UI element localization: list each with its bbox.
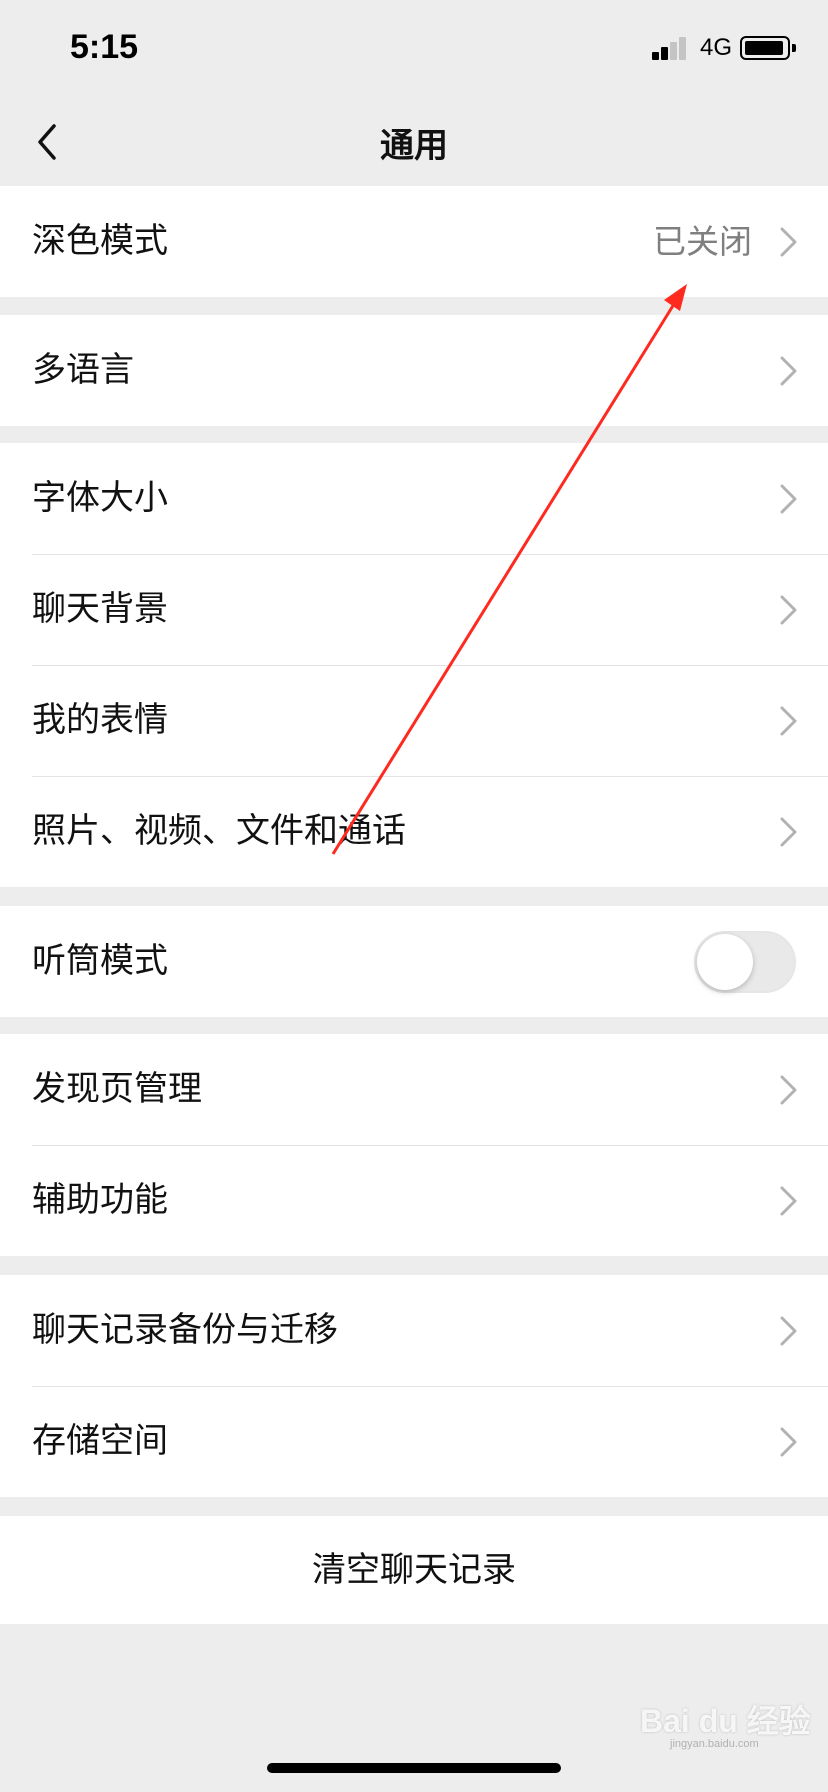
settings-group-display: 字体大小 聊天背景 我的表情 照片、视频、文件和通话 [0, 443, 828, 887]
row-label: 深色模式 [32, 221, 168, 261]
settings-group-storage: 聊天记录备份与迁移 存储空间 [0, 1275, 828, 1497]
home-indicator [267, 1763, 561, 1773]
chevron-right-icon [780, 227, 797, 257]
row-label: 聊天记录备份与迁移 [32, 1310, 338, 1350]
chevron-right-icon [780, 356, 797, 386]
settings-row-dark-mode[interactable]: 深色模式 已关闭 [0, 186, 828, 297]
row-label: 我的表情 [32, 700, 168, 740]
row-label: 聊天背景 [32, 589, 168, 629]
chevron-right-icon [780, 1186, 797, 1216]
earpiece-mode-toggle[interactable] [694, 931, 796, 993]
settings-row-earpiece-mode: 听筒模式 [0, 906, 828, 1017]
watermark-logo-text: Bai du 经验 [640, 1703, 811, 1739]
clear-chat-history-button[interactable]: 清空聊天记录 [0, 1516, 828, 1624]
settings-group-dark-mode: 深色模式 已关闭 [0, 186, 828, 297]
signal-bar-3 [670, 42, 677, 60]
nav-bar: 通用 [0, 100, 828, 186]
row-value: 已关闭 [653, 222, 752, 261]
settings-row-language[interactable]: 多语言 [0, 315, 828, 426]
row-label: 字体大小 [32, 478, 168, 518]
row-label: 发现页管理 [32, 1069, 202, 1109]
chevron-right-icon [780, 817, 797, 847]
settings-group-language: 多语言 [0, 315, 828, 426]
row-label: 照片、视频、文件和通话 [32, 811, 406, 851]
row-label: 多语言 [32, 350, 134, 390]
signal-bar-2 [661, 47, 668, 60]
settings-row-font-size[interactable]: 字体大小 [0, 443, 828, 554]
battery-fill [745, 41, 783, 55]
page-title: 通用 [380, 126, 448, 166]
watermark: Bai du 经验 jingyan.baidu.com [632, 1690, 811, 1750]
status-time: 5:15 [70, 28, 139, 66]
settings-row-my-stickers[interactable]: 我的表情 [0, 665, 828, 776]
network-type: 4G [700, 34, 733, 61]
settings-row-storage[interactable]: 存储空间 [0, 1386, 828, 1497]
chevron-right-icon [780, 1427, 797, 1457]
settings-row-media-calls[interactable]: 照片、视频、文件和通话 [0, 776, 828, 887]
status-bar: 5:15 4G [0, 0, 828, 100]
chevron-right-icon [780, 484, 797, 514]
row-label: 存储空间 [32, 1421, 168, 1461]
row-label: 辅助功能 [32, 1180, 168, 1220]
row-label: 听筒模式 [32, 941, 168, 981]
chevron-right-icon [780, 595, 797, 625]
chevron-right-icon [780, 706, 797, 736]
toggle-knob [697, 934, 753, 990]
signal-bar-1 [652, 52, 659, 60]
signal-bar-4 [679, 37, 686, 60]
settings-row-accessibility[interactable]: 辅助功能 [0, 1145, 828, 1256]
watermark-url: jingyan.baidu.com [670, 1738, 759, 1750]
chevron-right-icon [780, 1316, 797, 1346]
settings-row-chat-background[interactable]: 聊天背景 [0, 554, 828, 665]
settings-row-discover-management[interactable]: 发现页管理 [0, 1034, 828, 1145]
settings-group-discover: 发现页管理 辅助功能 [0, 1034, 828, 1256]
clear-history-group: 清空聊天记录 [0, 1516, 828, 1624]
settings-row-chat-backup[interactable]: 聊天记录备份与迁移 [0, 1275, 828, 1386]
battery-icon [740, 36, 790, 60]
settings-group-earpiece: 听筒模式 [0, 906, 828, 1017]
signal-strength-icon [652, 36, 692, 60]
battery-cap [792, 44, 796, 52]
chevron-right-icon [780, 1075, 797, 1105]
